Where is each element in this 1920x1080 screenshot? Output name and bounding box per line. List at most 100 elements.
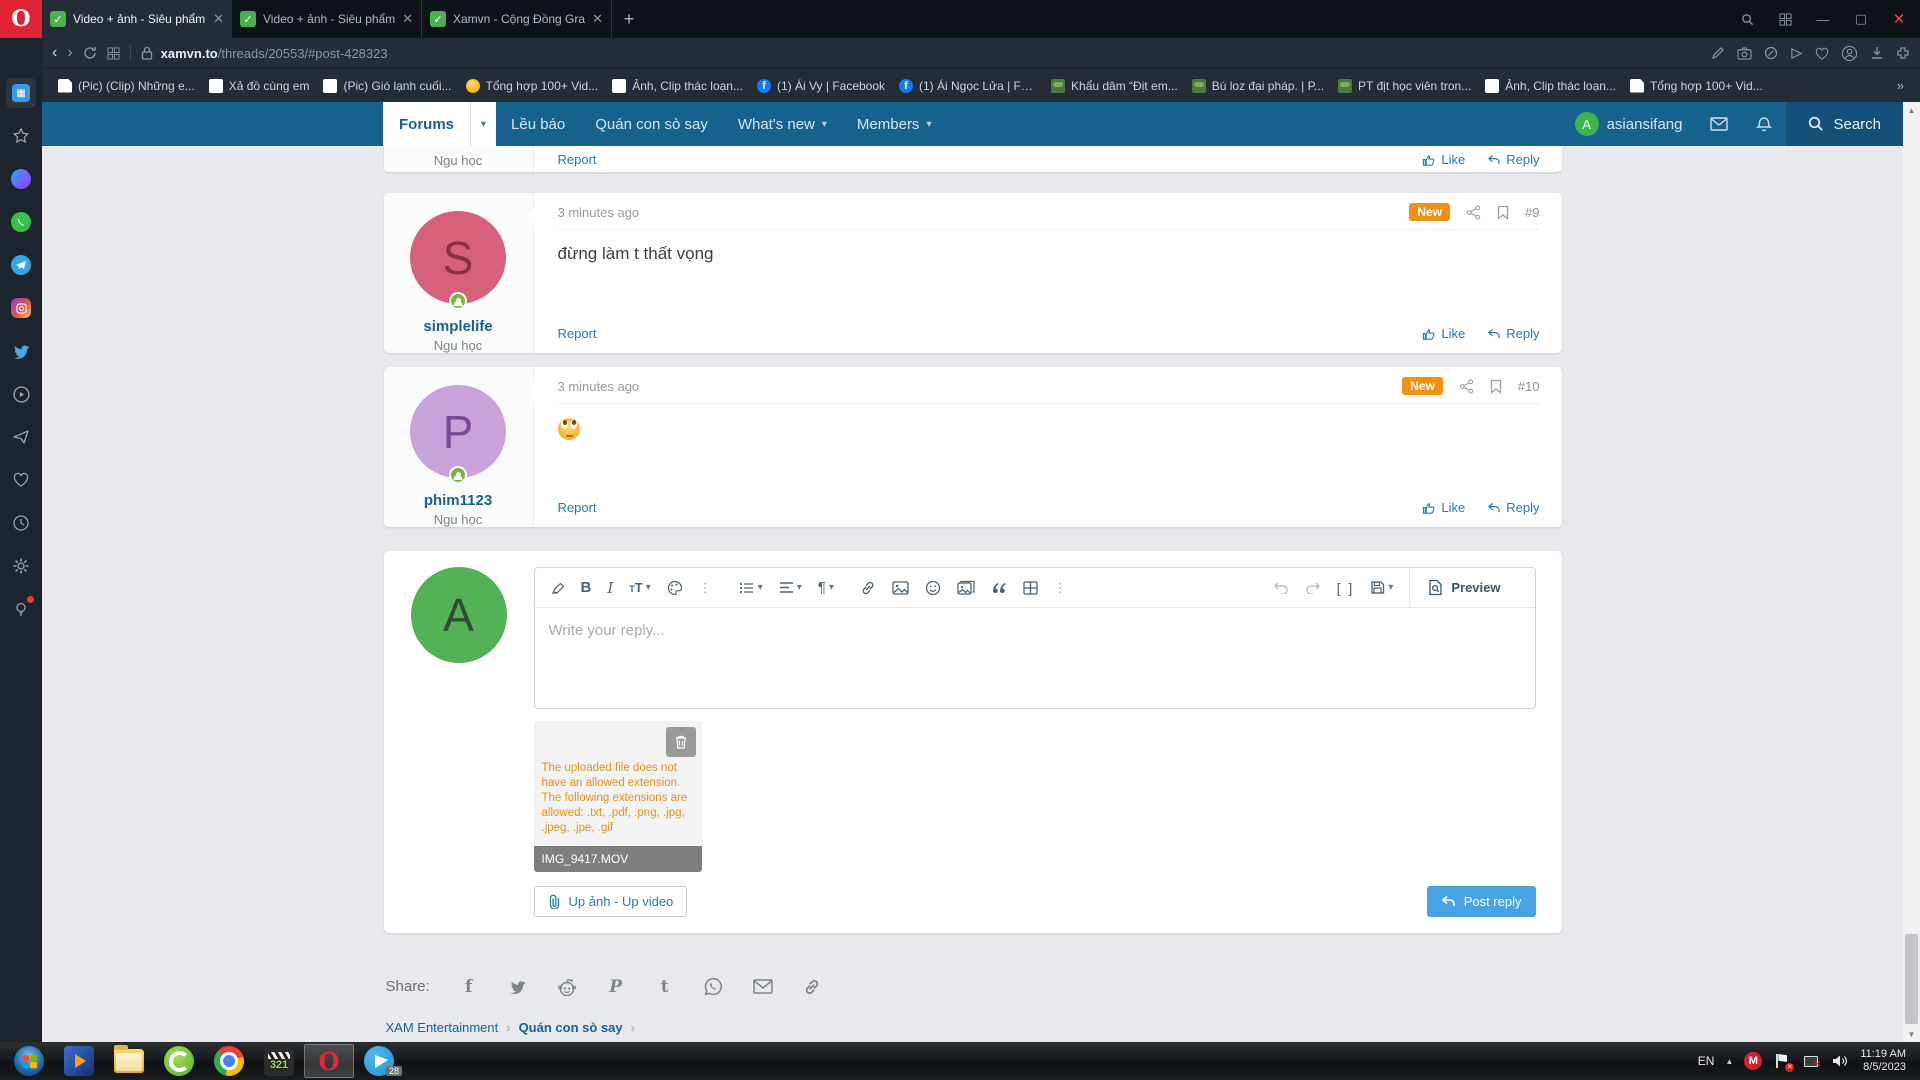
quote-icon[interactable] [991,581,1007,594]
taskbar-telegram-icon[interactable]: 28 [354,1044,404,1078]
share-twitter-icon[interactable] [508,977,528,997]
username-link[interactable]: simplelife [423,318,492,335]
breadcrumb-xam-entertainment[interactable]: XAM Entertainment [386,1020,499,1035]
back-button[interactable]: ‹ [52,45,57,61]
snapshot-camera-icon[interactable] [1737,47,1752,60]
player-icon[interactable] [6,379,36,409]
easy-setup-icon[interactable] [6,594,36,624]
history-icon[interactable] [6,508,36,538]
speed-dial-icon[interactable] [107,47,120,60]
downloads-icon[interactable] [1870,46,1884,60]
share-reddit-icon[interactable] [557,977,577,997]
avatar-phim1123[interactable]: P [410,385,506,478]
bookmark-post-icon[interactable] [1490,379,1502,394]
start-button[interactable] [4,1044,54,1078]
bookmark-item[interactable]: Xả đồ cùng em [205,76,314,96]
like-button[interactable]: Like [1422,500,1465,515]
bookmark-item[interactable]: (Pic) Gió lạnh cuối... [319,76,455,96]
browser-tab-2[interactable]: ✓ Video + ảnh - Siêu phẩm M ✕ [232,0,422,38]
post-date-link[interactable]: 3 minutes ago [558,379,640,394]
username-link[interactable]: phim1123 [424,492,492,509]
share-post-icon[interactable] [1459,379,1474,394]
share-link-icon[interactable] [802,977,822,997]
remove-format-icon[interactable] [549,580,565,595]
nav-tab-members[interactable]: Members▾ [842,102,947,146]
insert-table-icon[interactable] [1023,581,1038,595]
edit-page-icon[interactable] [1711,46,1725,60]
window-minimize-button[interactable]: — [1806,0,1840,38]
font-size-icon[interactable]: TT▾ [629,580,650,595]
browser-tab-1[interactable]: ✓ Video + ảnh - Siêu phẩm M ✕ [42,0,232,38]
bookmark-item[interactable]: f(1) Ái Vy | Facebook [753,76,889,96]
post-date-link[interactable]: 3 minutes ago [558,205,640,220]
bookmark-item[interactable]: f(1) Ái Ngọc Lửa | Fa... [895,76,1041,96]
search-button[interactable]: Search [1786,102,1903,146]
taskbar-opera-icon[interactable]: O [304,1044,354,1078]
post-number-link[interactable]: #10 [1518,379,1540,394]
extensions-icon[interactable] [1896,46,1910,60]
bookmark-item[interactable]: Ảnh, Clip thác loạn... [1481,76,1620,96]
twitter-icon[interactable] [6,336,36,366]
share-tumblr-icon[interactable]: t [655,977,675,997]
reply-input[interactable]: Write your reply... [535,608,1535,708]
bookmarks-overflow-button[interactable]: » [1893,78,1908,93]
report-link[interactable]: Report [558,326,597,341]
new-tab-button[interactable]: + [612,0,646,38]
upload-button[interactable]: Up ảnh - Up video [534,886,688,917]
bookmark-item[interactable]: Khẩu dâm “Địt em... [1047,76,1182,96]
share-post-icon[interactable] [1466,205,1481,220]
taskbar-coccoc-icon[interactable] [154,1044,204,1078]
text-color-icon[interactable] [667,580,683,596]
smilies-icon[interactable] [925,580,941,596]
preview-button[interactable]: Preview [1409,568,1518,608]
bold-icon[interactable]: B [581,579,592,596]
reply-button[interactable]: Reply [1487,326,1539,341]
volume-tray-icon[interactable] [1831,1052,1849,1070]
bookmark-post-icon[interactable] [1497,205,1509,220]
nav-tab-forums[interactable]: Forums [383,102,470,146]
tab-tiling-icon[interactable] [1768,0,1802,38]
reply-button[interactable]: Reply [1487,152,1539,167]
antivirus-tray-icon[interactable]: M [1744,1052,1762,1070]
like-button[interactable]: Like [1422,326,1465,341]
browser-tab-3[interactable]: ✓ Xamvn - Cộng Đồng Grab B ✕ [422,0,612,38]
flow-send-icon[interactable] [6,422,36,452]
share-email-icon[interactable] [753,977,773,997]
tab-search-icon[interactable] [1730,0,1764,38]
taskbar-media-player-icon[interactable] [54,1044,104,1078]
bookmark-item[interactable]: Ảnh, Clip thác loạn... [608,76,747,96]
taskbar-clock[interactable]: 11:19 AM 8/5/2023 [1860,1048,1906,1074]
messenger-icon[interactable] [6,164,36,194]
taskbar-mpc-321-icon[interactable]: 321 [254,1044,304,1078]
post-reply-button[interactable]: Post reply [1427,886,1536,917]
nav-tab-quan-con-so-say[interactable]: Quán con sò say [580,102,723,146]
delete-attachment-button[interactable] [666,727,696,757]
report-link[interactable]: Report [558,152,597,167]
breadcrumb-quan-con-so-say[interactable]: Quán con sò say [519,1020,623,1035]
tab-close-icon[interactable]: ✕ [592,11,603,27]
scroll-down-arrow[interactable]: ▼ [1908,1026,1916,1042]
scrollbar-thumb[interactable] [1905,934,1918,1024]
insert-link-icon[interactable] [860,580,876,596]
bookmarks-star-icon[interactable] [6,121,36,151]
bbcode-icon[interactable]: [ ] [1337,580,1355,596]
adblock-icon[interactable] [1764,46,1778,60]
page-scrollbar[interactable]: ▲ ▼ [1903,102,1920,1042]
favorites-heart-icon[interactable] [6,465,36,495]
post-number-link[interactable]: #9 [1525,205,1539,220]
reply-button[interactable]: Reply [1487,500,1539,515]
avatar-simplelife[interactable]: S [410,211,506,304]
insert-media-icon[interactable] [957,580,975,595]
bookmark-heart-icon[interactable] [1815,47,1829,60]
show-hidden-icons-arrow[interactable]: ▲ [1725,1057,1733,1066]
settings-gear-icon[interactable] [6,551,36,581]
workspace-icon[interactable]: ▦ [6,78,36,108]
report-link[interactable]: Report [558,500,597,515]
drafts-icon[interactable]: ▾ [1370,580,1393,595]
taskbar-explorer-icon[interactable] [104,1044,154,1078]
share-pinterest-icon[interactable]: P [606,977,626,997]
bookmark-item[interactable]: Bú loz đại pháp. | P... [1188,76,1328,96]
account-menu[interactable]: A asiansifang [1561,102,1697,146]
paragraph-format-icon[interactable]: ¶▾ [818,579,834,596]
window-close-button[interactable]: ✕ [1882,0,1916,38]
